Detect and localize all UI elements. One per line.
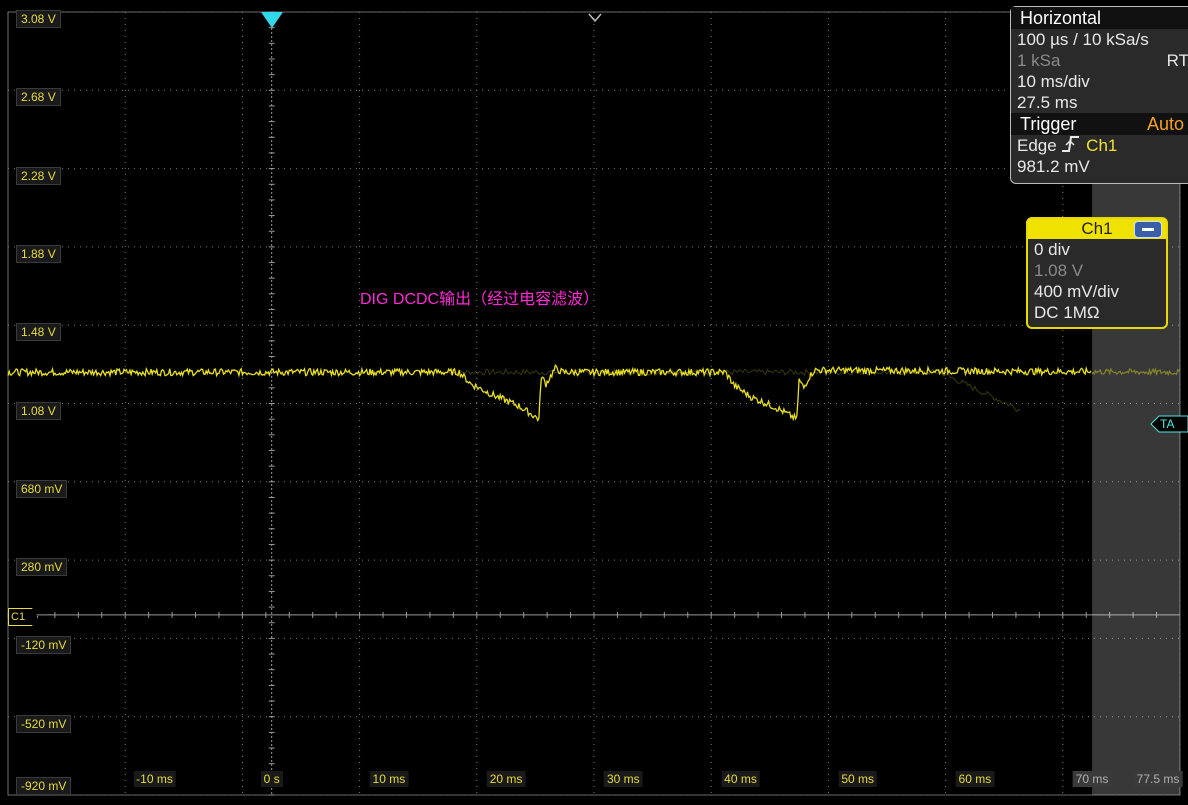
y-axis-label: 3.08 V: [16, 10, 61, 28]
y-axis-label: 1.08 V: [16, 401, 61, 420]
x-axis-label: 77.5 ms: [1133, 771, 1183, 787]
waveform-annotation[interactable]: DIG DCDC输出（经过电容滤波）: [360, 285, 599, 309]
channel-coupling[interactable]: DC 1MΩ: [1028, 302, 1166, 323]
trigger-title: Trigger: [1020, 114, 1077, 134]
horizontal-samples: 1 kSa: [1017, 51, 1061, 70]
channel-panel[interactable]: Ch1 0 div 1.08 V 400 mV/div DC 1MΩ: [1026, 217, 1168, 329]
horizontal-title: Horizontal: [1011, 7, 1188, 29]
y-axis-label: 680 mV: [16, 479, 68, 498]
x-axis-label: 10 ms: [369, 771, 409, 787]
x-axis-label: -10 ms: [133, 771, 176, 787]
time-reference-marker-icon: [588, 10, 602, 28]
channel-scale[interactable]: 400 mV/div: [1028, 281, 1166, 302]
trigger-header: Trigger Auto: [1011, 113, 1188, 135]
x-axis-label: 70 ms: [1072, 771, 1112, 787]
rising-edge-icon: [1062, 136, 1080, 152]
y-axis-label: 1.88 V: [16, 244, 61, 263]
channel-header: Ch1: [1028, 219, 1166, 239]
ch1-ground-marker[interactable]: C1: [8, 608, 38, 626]
y-axis-label: 2.68 V: [16, 88, 61, 107]
trigger-type: Edge: [1017, 136, 1057, 155]
trigger-level-marker[interactable]: TA: [1150, 415, 1188, 433]
horizontal-trigger-panel[interactable]: Horizontal 100 µs / 10 kSa/s 1 kSa RT 10…: [1010, 6, 1188, 184]
y-axis-label: 1.48 V: [16, 323, 61, 342]
y-axis-label: -120 mV: [16, 636, 72, 655]
x-axis-label: 60 ms: [955, 771, 995, 787]
horizontal-rate[interactable]: 100 µs / 10 kSa/s: [1011, 29, 1188, 50]
x-axis-label: 0 s: [260, 771, 283, 787]
trigger-position-marker-icon[interactable]: [261, 12, 283, 33]
horizontal-samples-row[interactable]: 1 kSa RT: [1011, 50, 1188, 71]
trigger-level[interactable]: 981.2 mV: [1011, 156, 1188, 177]
oscilloscope-screen: 3.08 V 2.68 V 2.28 V 1.88 V 1.48 V 1.08 V 680 …: [0, 0, 1188, 805]
y-axis-label: 280 mV: [16, 558, 68, 577]
y-axis-label: 2.28 V: [16, 166, 61, 185]
horizontal-timebase[interactable]: 10 ms/div: [1011, 71, 1188, 92]
channel-title: Ch1: [1081, 219, 1113, 238]
x-axis-label: 50 ms: [838, 771, 878, 787]
channel-offset-div[interactable]: 0 div: [1028, 239, 1166, 260]
y-axis-label: -920 mV: [16, 777, 72, 795]
channel-offset-volts[interactable]: 1.08 V: [1028, 260, 1166, 281]
trigger-level-marker-label: TA: [1160, 417, 1175, 431]
x-axis-label: 40 ms: [721, 771, 760, 787]
x-axis-label: 20 ms: [486, 771, 526, 787]
y-axis-label: -520 mV: [16, 714, 72, 733]
minimize-icon[interactable]: [1134, 221, 1162, 238]
x-axis-label: 30 ms: [603, 771, 643, 787]
horizontal-position[interactable]: 27.5 ms: [1011, 92, 1188, 113]
trigger-mode[interactable]: Auto: [1147, 113, 1184, 135]
trigger-edge-row[interactable]: Edge Ch1: [1011, 135, 1188, 156]
trigger-source: Ch1: [1086, 136, 1118, 155]
acquisition-mode: RT: [1166, 51, 1188, 70]
